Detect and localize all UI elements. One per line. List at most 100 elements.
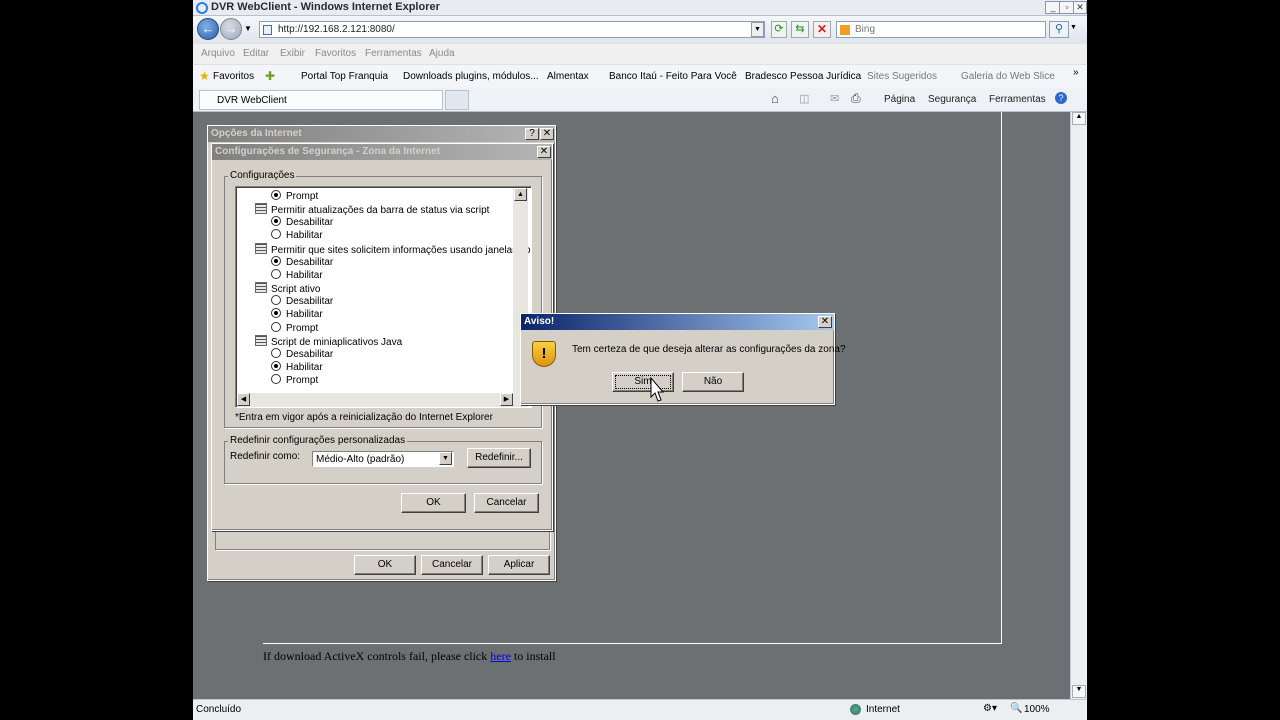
chevron-down-icon[interactable]: ▼ bbox=[439, 452, 452, 465]
list-hscrollbar[interactable]: ◀ ▶ bbox=[237, 393, 528, 407]
favorite-item[interactable]: Galeria do Web Slice bbox=[961, 71, 1055, 82]
activex-notice: If download ActiveX controls fail, pleas… bbox=[263, 649, 556, 664]
list-scroll-left-button[interactable]: ◀ bbox=[237, 393, 250, 406]
zone-text: Internet bbox=[866, 704, 900, 715]
list-scroll-up-button[interactable]: ▲ bbox=[514, 188, 527, 201]
status-bar: Concluído Internet ⚙▾ 🔍 100% bbox=[193, 699, 1087, 720]
close-button[interactable]: ✕ bbox=[1073, 1, 1087, 14]
setting-option[interactable]: Prompt bbox=[271, 374, 318, 386]
address-dropdown-icon[interactable]: ▼ bbox=[751, 22, 764, 37]
internet-options-close-button[interactable]: ✕ bbox=[540, 128, 554, 140]
window-title: DVR WebClient - Windows Internet Explore… bbox=[211, 1, 440, 13]
setting-icon bbox=[255, 203, 267, 214]
setting-option[interactable]: Habilitar bbox=[271, 308, 323, 320]
setting-header: Script de miniaplicativos Java bbox=[255, 335, 402, 348]
mail-icon[interactable]: ✉ bbox=[830, 92, 839, 105]
zoom-icon[interactable]: 🔍 bbox=[1010, 703, 1022, 714]
help-icon[interactable]: ? bbox=[1055, 92, 1067, 104]
setting-option[interactable]: Desabilitar bbox=[271, 216, 333, 228]
list-scroll-right-button[interactable]: ▶ bbox=[500, 393, 513, 406]
setting-icon bbox=[255, 335, 267, 346]
favorite-item[interactable]: Banco Itaú - Feito Para Você bbox=[609, 71, 737, 82]
menu-ajuda[interactable]: Ajuda bbox=[429, 48, 455, 59]
security-ok-button[interactable]: OK bbox=[401, 493, 466, 513]
security-cancel-button[interactable]: Cancelar bbox=[474, 493, 539, 513]
menu-editar[interactable]: Editar bbox=[243, 48, 269, 59]
security-menu[interactable]: Segurança bbox=[928, 94, 976, 105]
setting-option[interactable]: Desabilitar bbox=[271, 256, 333, 268]
home-icon[interactable]: ⌂ bbox=[771, 91, 779, 106]
tab-panel-bottom bbox=[215, 531, 550, 550]
reset-label: Redefinir como: bbox=[230, 451, 301, 462]
internet-options-cancel-button[interactable]: Cancelar bbox=[421, 555, 483, 575]
mouse-cursor-icon bbox=[650, 377, 664, 402]
bing-icon bbox=[840, 25, 850, 35]
internet-options-apply-button[interactable]: Aplicar bbox=[488, 555, 550, 575]
menu-arquivo[interactable]: Arquivo bbox=[201, 48, 235, 59]
page-scrollbar[interactable]: ▲ ▼ bbox=[1070, 112, 1087, 699]
address-input[interactable]: http://192.168.2.121:8080/ bbox=[259, 21, 765, 38]
setting-option[interactable]: Habilitar bbox=[271, 269, 323, 281]
address-bar: ← → ▼ http://192.168.2.121:8080/ ▼ ⟳ ⇆ ✕… bbox=[193, 16, 1087, 44]
favorites-button[interactable]: Favoritos bbox=[213, 71, 254, 82]
menu-exibir[interactable]: Exibir bbox=[280, 48, 305, 59]
add-favorite-icon[interactable]: ✚ bbox=[265, 69, 275, 83]
activex-link[interactable]: here bbox=[490, 649, 511, 663]
radio-icon bbox=[271, 269, 281, 279]
favorite-item[interactable]: Sites Sugeridos bbox=[867, 71, 937, 82]
favorite-item[interactable]: Portal Top Franquia bbox=[301, 71, 388, 82]
tools-menu[interactable]: Ferramentas bbox=[989, 94, 1046, 105]
help-button[interactable]: ? bbox=[525, 128, 539, 140]
search-icon[interactable]: ⚲ bbox=[1049, 21, 1069, 38]
forward-button[interactable]: → bbox=[220, 18, 242, 40]
search-input[interactable]: Bing bbox=[836, 21, 1046, 38]
warning-yes-button[interactable]: Sim bbox=[612, 372, 674, 392]
stop-icon[interactable]: ✕ bbox=[813, 21, 831, 38]
setting-option[interactable]: Prompt bbox=[271, 322, 318, 334]
reset-level-select[interactable]: Médio-Alto (padrão) ▼ bbox=[312, 451, 454, 467]
settings-listbox[interactable]: Prompt Permitir atualizações da barra de… bbox=[235, 186, 532, 408]
setting-option[interactable]: Habilitar bbox=[271, 361, 323, 373]
print-icon[interactable]: ⎙ bbox=[851, 91, 861, 106]
setting-option[interactable]: Habilitar bbox=[271, 229, 323, 241]
setting-option[interactable]: Desabilitar bbox=[271, 348, 333, 360]
radio-icon bbox=[271, 229, 281, 239]
scroll-down-button[interactable]: ▼ bbox=[1072, 685, 1086, 698]
ie-logo-icon bbox=[196, 2, 208, 14]
scroll-up-button[interactable]: ▲ bbox=[1072, 112, 1086, 125]
page-menu[interactable]: Página bbox=[884, 94, 915, 105]
warning-no-button[interactable]: Não bbox=[682, 372, 744, 392]
radio-icon bbox=[271, 361, 281, 371]
chevron-more-icon[interactable]: » bbox=[1073, 67, 1079, 78]
radio-icon bbox=[271, 322, 281, 332]
radio-icon bbox=[271, 256, 281, 266]
security-settings-close-button[interactable]: ✕ bbox=[537, 146, 551, 158]
setting-option[interactable]: Desabilitar bbox=[271, 295, 333, 307]
warning-shield-icon: ! bbox=[532, 341, 556, 367]
favorite-item[interactable]: Downloads plugins, módulos... bbox=[403, 71, 539, 82]
reset-button[interactable]: Redefinir... bbox=[467, 448, 531, 468]
security-settings-dialog: Configurações de Segurança - Zona da Int… bbox=[211, 143, 553, 531]
zoom-level[interactable]: 100% bbox=[1024, 704, 1050, 715]
menu-favoritos[interactable]: Favoritos bbox=[315, 48, 356, 59]
feeds-icon[interactable]: ◫ bbox=[799, 92, 809, 105]
radio-icon bbox=[271, 374, 281, 384]
setting-option[interactable]: Prompt bbox=[271, 190, 318, 202]
favorite-item[interactable]: Almentax bbox=[547, 71, 589, 82]
setting-icon bbox=[255, 243, 267, 254]
radio-icon bbox=[271, 295, 281, 305]
internet-options-ok-button[interactable]: OK bbox=[354, 555, 416, 575]
menu-ferramentas[interactable]: Ferramentas bbox=[365, 48, 422, 59]
warning-close-button[interactable]: ✕ bbox=[818, 316, 832, 328]
compatibility-icon[interactable]: ⟳ bbox=[771, 21, 787, 38]
tab-dvr-webclient[interactable]: DVR WebClient bbox=[199, 90, 443, 110]
tab-bar: DVR WebClient ⌂ ◫ ✉ ⎙ Página Segurança F… bbox=[193, 88, 1087, 112]
search-options-icon[interactable]: ▼ bbox=[1070, 24, 1077, 31]
refresh-icon[interactable]: ⇆ bbox=[791, 21, 809, 38]
new-tab-button[interactable] bbox=[445, 90, 469, 110]
activex-text: If download ActiveX controls fail, pleas… bbox=[263, 649, 488, 663]
back-button[interactable]: ← bbox=[197, 18, 219, 40]
history-dropdown-icon[interactable]: ▼ bbox=[244, 24, 252, 33]
favorite-item[interactable]: Bradesco Pessoa Jurídica bbox=[745, 71, 861, 82]
protected-mode-icon[interactable]: ⚙▾ bbox=[983, 703, 997, 714]
